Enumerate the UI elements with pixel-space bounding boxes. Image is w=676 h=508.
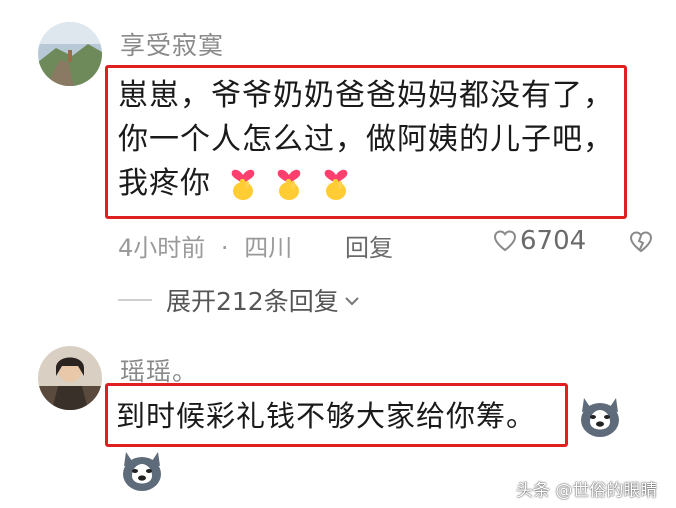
reply-button[interactable]: 回复 [345, 228, 393, 263]
meta-separator: · [220, 234, 229, 262]
comment-line: 崽崽，爷爷奶奶爸爸妈妈都没有了， [118, 78, 614, 113]
watermark: 头条 @世俗的眼睛 [516, 481, 658, 501]
chevron-down-icon [343, 293, 361, 307]
divider-line [118, 299, 152, 301]
expand-replies-button[interactable]: 展开212条回复 [118, 282, 361, 318]
dislike-heart-icon[interactable] [628, 229, 654, 255]
heart-hands-emoji-icon [274, 163, 304, 201]
husky-dog-sticker-icon [118, 446, 166, 494]
heart-outline-icon [492, 228, 518, 254]
comment-username[interactable]: 享受寂寞 [120, 26, 224, 62]
comment-meta: 4小时前 · 四川 [118, 228, 292, 263]
comment-text: 到时候彩礼钱不够大家给你筹。 [116, 399, 537, 433]
comment-location: 四川 [244, 234, 293, 262]
comment-time: 4小时前 [118, 234, 206, 262]
expand-replies-label: 展开212条回复 [166, 287, 339, 316]
comment-line: 你一个人怎么过，做阿姨的儿子吧， [118, 122, 614, 157]
heart-hands-emoji-icon [321, 163, 351, 201]
like-button[interactable]: 6704 [492, 226, 586, 256]
comment-text: 崽崽，爷爷奶奶爸爸妈妈都没有了， 你一个人怎么过，做阿姨的儿子吧， 我疼你 [118, 74, 628, 206]
comment-line-with-emoji: 我疼你 [118, 162, 628, 206]
avatar[interactable] [38, 22, 102, 86]
like-count: 6704 [520, 226, 587, 256]
heart-hands-emoji-icon [228, 163, 258, 201]
avatar[interactable] [38, 346, 102, 410]
husky-dog-sticker-icon [576, 392, 624, 440]
comment-line: 我疼你 [118, 166, 211, 201]
